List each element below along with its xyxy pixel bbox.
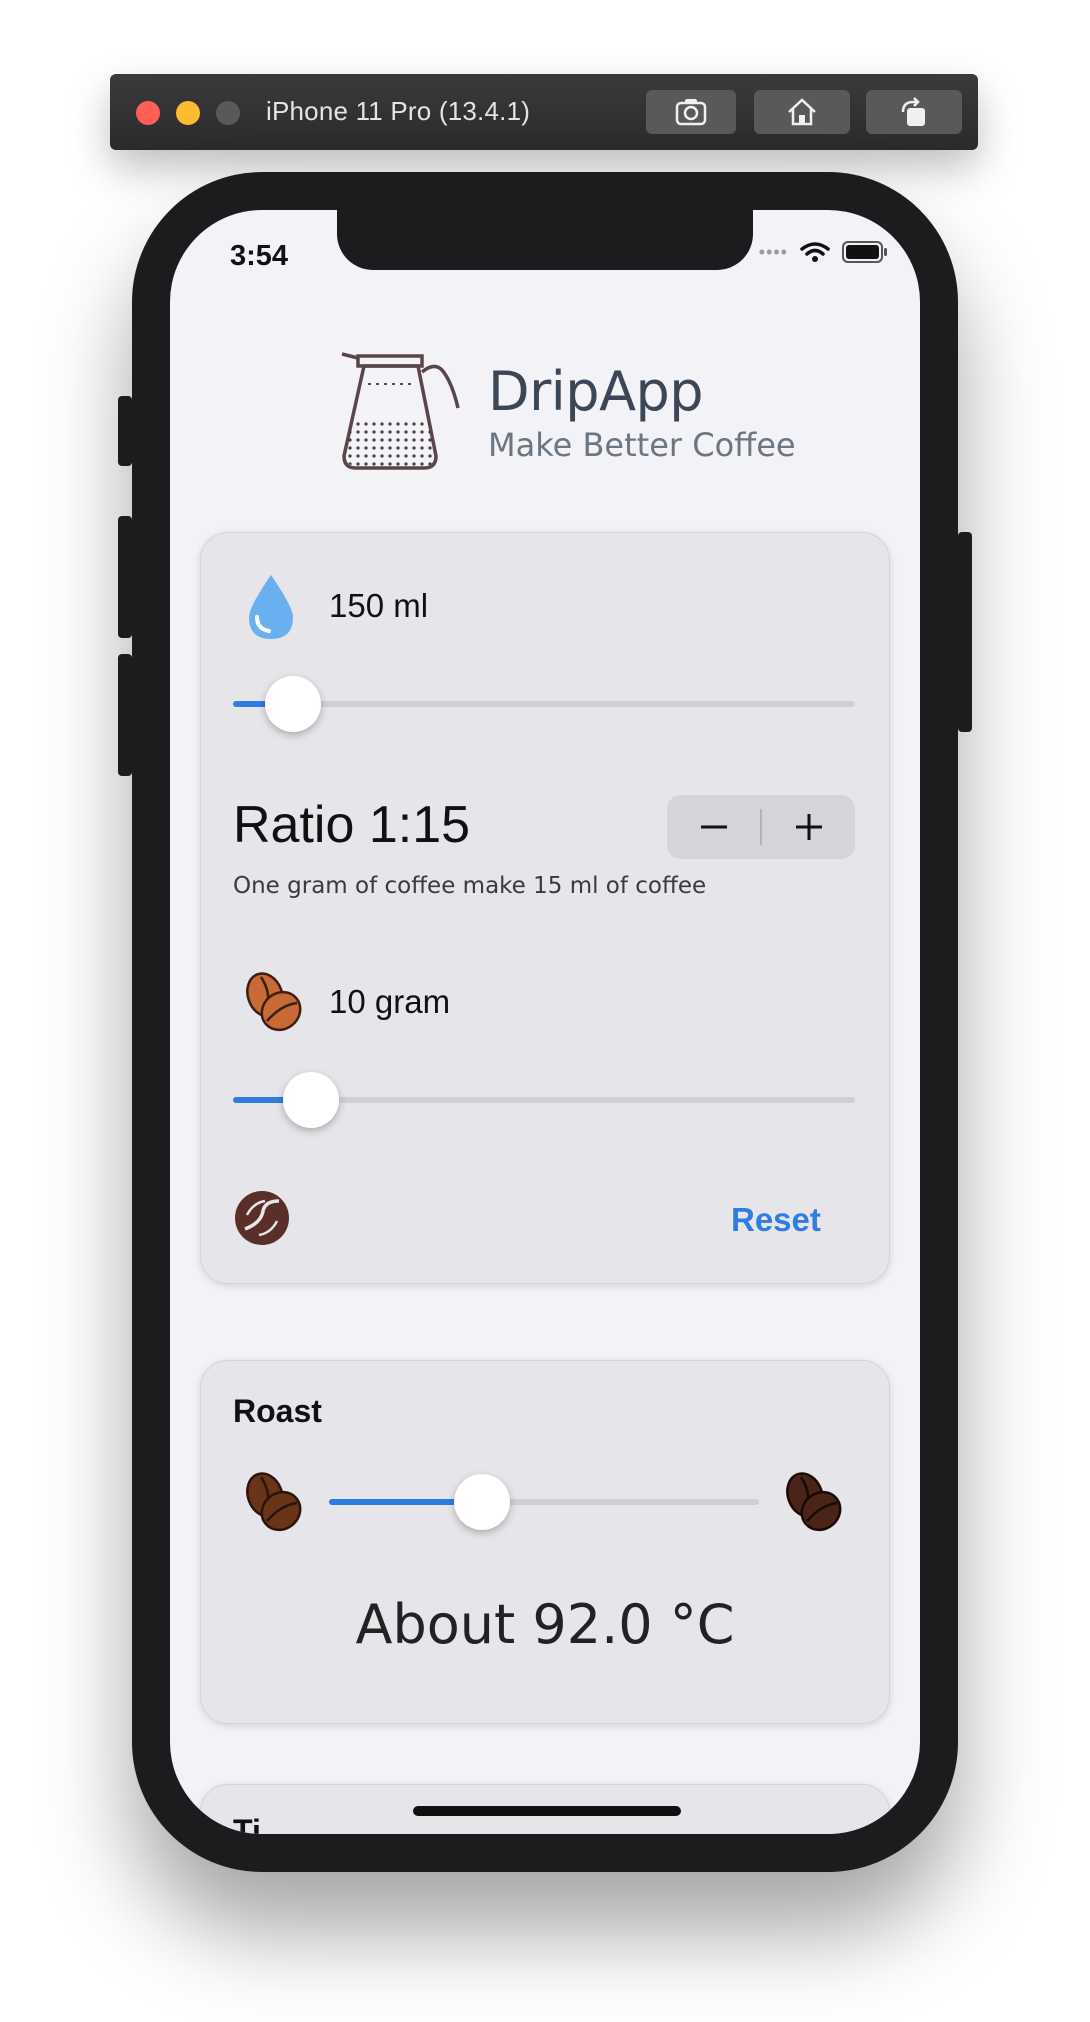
temperature-readout: About 92.0 °C [355, 1593, 735, 1656]
plus-icon [795, 814, 822, 840]
window-close-button[interactable] [136, 101, 160, 125]
battery-icon [842, 241, 887, 263]
roast-slider[interactable] [329, 1474, 759, 1530]
simulator-title: iPhone 11 Pro (13.4.1) [266, 96, 531, 126]
mute-switch [118, 396, 132, 466]
simulator-toolbar: iPhone 11 Pro (13.4.1) [110, 74, 978, 150]
timer-card-title: Ti [233, 1813, 261, 1834]
home-indicator[interactable] [413, 1806, 681, 1816]
roast-title: Roast [233, 1393, 322, 1429]
coffee-beans-icon [246, 972, 302, 1032]
app-header: DripApp Make Better Coffee [338, 340, 838, 480]
ratio-description: One gram of coffee make 15 ml of coffee [233, 873, 707, 899]
device-screen: 3:54 •••• DripApp Make Better Coffee 150… [170, 210, 920, 1834]
roast-card: Roast About 92.0 °C [200, 1360, 890, 1724]
coffee-pot-icon [341, 352, 460, 470]
window-zoom-button[interactable] [216, 101, 240, 125]
dark-roast-beans-icon [786, 1472, 842, 1532]
light-roast-beans-icon [246, 1472, 302, 1532]
home-button[interactable] [754, 90, 850, 134]
water-amount-label: 150 ml [329, 587, 429, 624]
ratio-stepper[interactable] [667, 795, 855, 859]
brew-settings-card: 150 ml Ratio 1:15 One gram of coffee mak… [200, 532, 890, 1284]
rotate-button[interactable] [866, 90, 962, 134]
coffee-amount-label: 10 gram [329, 983, 451, 1020]
ratio-increment-button[interactable] [762, 795, 855, 859]
rotate-icon [901, 97, 925, 126]
screenshot-button[interactable] [646, 90, 736, 134]
volume-down-button [118, 654, 132, 776]
roast-slider-thumb[interactable] [454, 1474, 510, 1530]
iphone-device-frame: 3:54 •••• DripApp Make Better Coffee 150… [118, 172, 972, 1872]
notch [337, 210, 753, 270]
coffee-slider[interactable] [233, 1072, 855, 1128]
water-slider[interactable] [233, 676, 855, 732]
coffee-slider-thumb[interactable] [283, 1072, 339, 1128]
ratio-title: Ratio 1:15 [233, 796, 471, 854]
ratio-decrement-button[interactable] [667, 795, 760, 859]
power-button [958, 532, 972, 732]
status-icons: •••• [759, 240, 888, 264]
minus-icon [700, 825, 727, 829]
water-drop-icon [249, 575, 293, 639]
window-minimize-button[interactable] [176, 101, 200, 125]
home-icon [788, 98, 816, 126]
screenshot-icon [675, 99, 707, 126]
water-slider-thumb[interactable] [265, 676, 321, 732]
volume-up-button [118, 516, 132, 638]
cellular-dots: •••• [758, 241, 788, 262]
app-title: DripApp [488, 360, 704, 423]
app-subtitle: Make Better Coffee [488, 426, 796, 464]
coffee-bean-icon [235, 1191, 289, 1245]
wifi-icon [800, 242, 830, 262]
status-time: 3:54 [230, 240, 289, 272]
reset-button[interactable]: Reset [731, 1201, 821, 1239]
